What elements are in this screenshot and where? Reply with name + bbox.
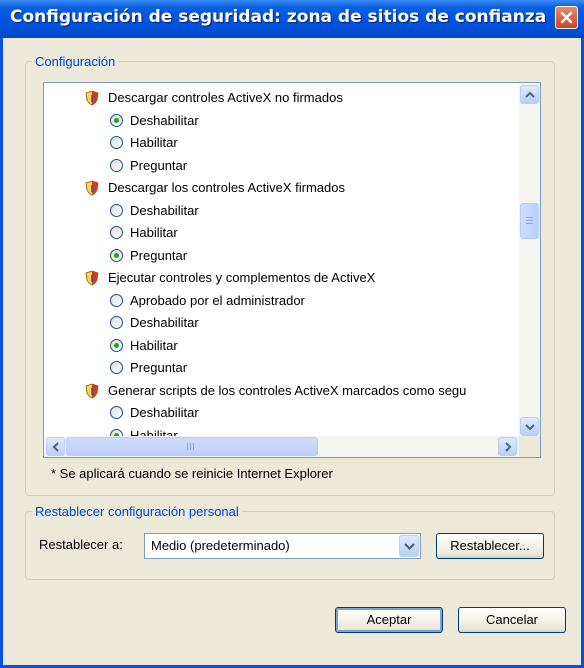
- setting-option-label: Aprobado por el administrador: [130, 292, 305, 308]
- radio-button[interactable]: [110, 361, 123, 374]
- vertical-scroll-thumb[interactable]: [520, 203, 539, 239]
- shield-icon: [85, 270, 99, 286]
- settings-rows: Descargar controles ActiveX no firmados D…: [44, 83, 519, 438]
- scroll-corner: [519, 436, 540, 457]
- window-title: Configuración de seguridad: zona de siti…: [10, 7, 547, 27]
- scroll-left-button[interactable]: [46, 437, 65, 456]
- setting-option-label: Deshabilitar: [130, 202, 199, 218]
- setting-header-label: Descargar los controles ActiveX firmados: [108, 180, 345, 195]
- scroll-down-button[interactable]: [520, 417, 539, 436]
- settings-group-label: Configuración: [35, 54, 116, 69]
- dropdown-button[interactable]: [399, 535, 419, 557]
- restart-note: * Se aplicará cuando se reinicie Interne…: [51, 466, 333, 481]
- radio-button[interactable]: [110, 203, 123, 217]
- chevron-right-icon: [505, 442, 512, 452]
- radio-button-checked[interactable]: [110, 113, 123, 127]
- scroll-right-button[interactable]: [498, 437, 517, 456]
- cancel-button[interactable]: Cancelar: [458, 607, 566, 633]
- radio-button[interactable]: [110, 406, 123, 419]
- ok-button[interactable]: Aceptar: [335, 607, 443, 633]
- setting-option-label: Preguntar: [130, 247, 188, 263]
- title-bar[interactable]: Configuración de seguridad: zona de siti…: [0, 0, 584, 38]
- radio-button-checked[interactable]: [110, 338, 123, 352]
- chevron-up-icon: [525, 91, 535, 98]
- setting-header-label: Descargar controles ActiveX no firmados: [108, 90, 343, 105]
- reset-level-select[interactable]: Medio (predeterminado): [144, 533, 421, 559]
- setting-option-label: Deshabilitar: [130, 112, 199, 128]
- radio-button[interactable]: [110, 136, 123, 149]
- setting-option-label: Habilitar: [130, 337, 178, 353]
- setting-option-label: Habilitar: [130, 135, 178, 150]
- setting-header-label: Ejecutar controles y complementos de Act…: [108, 270, 376, 285]
- reset-group-label: Restablecer configuración personal: [35, 504, 239, 519]
- chevron-down-icon: [525, 424, 535, 431]
- radio-button-checked[interactable]: [110, 248, 123, 262]
- security-settings-dialog: Configuración de seguridad: zona de siti…: [0, 0, 584, 668]
- scroll-up-button[interactable]: [520, 85, 539, 104]
- shield-icon: [85, 90, 99, 106]
- reset-to-label: Restablecer a:: [39, 537, 123, 552]
- chevron-down-icon: [404, 543, 415, 551]
- shield-icon: [85, 180, 99, 196]
- radio-button[interactable]: [110, 293, 123, 307]
- radio-button[interactable]: [110, 316, 123, 329]
- setting-option-label: Preguntar: [130, 157, 188, 173]
- chevron-left-icon: [52, 442, 59, 452]
- close-button[interactable]: [555, 6, 578, 29]
- setting-option-label: Habilitar: [130, 225, 178, 240]
- setting-option-label: Deshabilitar: [130, 405, 199, 420]
- settings-list[interactable]: Descargar controles ActiveX no firmados D…: [43, 82, 541, 458]
- setting-option-label: Preguntar: [130, 360, 188, 375]
- vertical-scrollbar[interactable]: [519, 83, 540, 438]
- radio-button[interactable]: [110, 226, 123, 239]
- setting-header-label: Generar scripts de los controles ActiveX…: [108, 382, 467, 398]
- horizontal-scrollbar[interactable]: [44, 436, 519, 457]
- reset-button[interactable]: Restablecer...: [436, 533, 544, 559]
- reset-level-value: Medio (predeterminado): [151, 538, 290, 553]
- setting-option-label: Deshabilitar: [130, 315, 199, 330]
- shield-icon: [85, 383, 99, 398]
- radio-button[interactable]: [110, 158, 123, 172]
- close-icon: [560, 11, 573, 24]
- horizontal-scroll-thumb[interactable]: [66, 437, 318, 456]
